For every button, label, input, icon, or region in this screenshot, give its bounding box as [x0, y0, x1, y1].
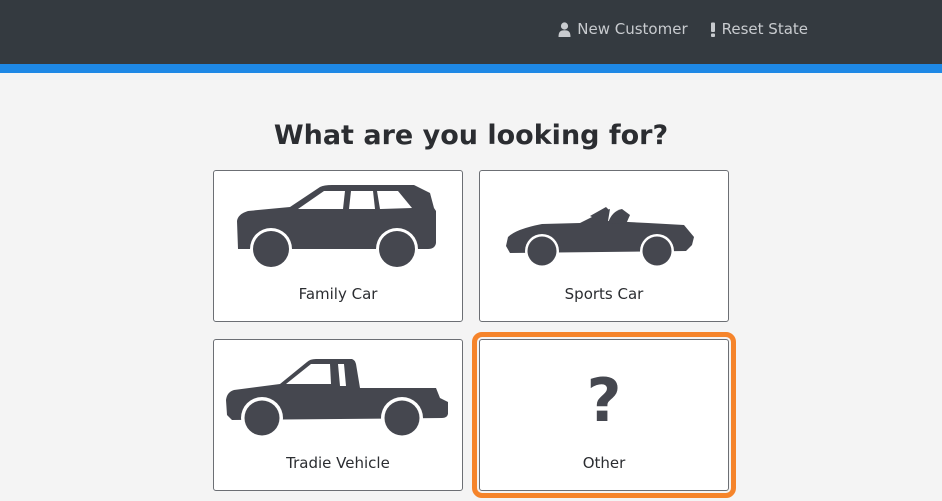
page-title: What are you looking for?: [273, 120, 669, 151]
option-card-sports-car[interactable]: Sports Car: [479, 170, 729, 322]
option-card-family-car[interactable]: Family Car: [213, 170, 463, 322]
pickup-truck-icon: [226, 359, 448, 439]
exclamation-icon: [710, 22, 715, 37]
suv-icon: [237, 185, 436, 270]
option-label-other: Other: [582, 454, 626, 472]
convertible-icon: [506, 207, 694, 268]
option-label-sports-car: Sports Car: [564, 285, 644, 303]
new-customer-label: New Customer: [577, 20, 688, 38]
question-mark-icon: ?: [586, 366, 622, 436]
option-card-other[interactable]: ? Other: [472, 332, 736, 498]
reset-state-label: Reset State: [721, 20, 808, 38]
option-card-tradie-vehicle[interactable]: Tradie Vehicle: [213, 339, 463, 491]
option-label-family-car: Family Car: [298, 285, 378, 303]
option-label-tradie-vehicle: Tradie Vehicle: [286, 454, 390, 472]
reset-state-link[interactable]: Reset State: [710, 20, 808, 38]
user-icon: [558, 21, 571, 37]
top-navbar: New Customer Reset State: [0, 0, 942, 64]
navbar-links: New Customer Reset State: [558, 20, 808, 38]
new-customer-link[interactable]: New Customer: [558, 20, 688, 38]
accent-bar: [0, 64, 942, 73]
